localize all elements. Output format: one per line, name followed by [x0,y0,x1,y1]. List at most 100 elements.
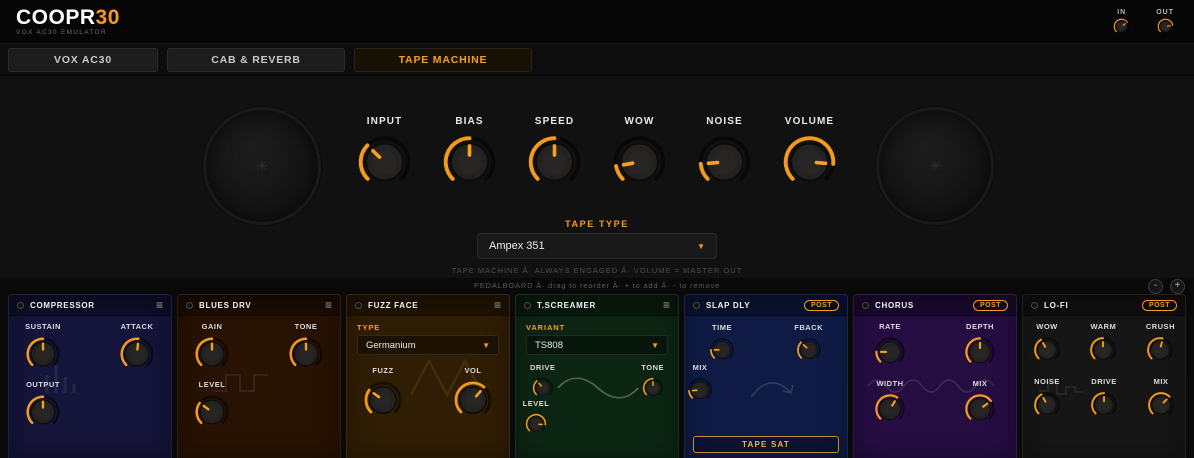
chevron-down-icon: ▼ [697,241,705,251]
pedal-slap-delay: SLAP DLY POST TIME FBACK MIX TAPE SAT [684,294,848,458]
warm-knob[interactable] [1089,336,1117,364]
mix-knob[interactable] [1147,391,1175,419]
mix-knob[interactable] [964,393,996,425]
tape-sat-button[interactable]: TAPE SAT [693,436,839,453]
fback-group: FBACK [794,323,823,363]
tape-knob-row: INPUT BIAS SPEED WOW NOISE VOLUME [357,116,838,190]
drive-knob[interactable] [532,377,554,399]
bypass-led[interactable] [693,301,700,309]
bypass-led[interactable] [862,301,869,309]
depth-group: DEPTH [964,322,996,368]
bypass-led[interactable] [1031,301,1038,309]
rate-label: RATE [879,322,901,331]
pedal-header: T.SCREAMER ≡ [516,295,678,316]
input-knob[interactable] [357,134,413,190]
drive-label: DRIVE [1091,377,1117,386]
tape-machine-panel: ✳ ✳ INPUT BIAS SPEED WOW NOISE VOLUME TA… [0,76,1194,278]
pedal-fuzz-face: FUZZ FACE ≡ TYPE Germanium ▼ FUZZ VOL [346,294,510,458]
gain-knob[interactable] [194,336,230,372]
warm-label: WARM [1090,322,1117,331]
menu-icon[interactable]: ≡ [494,299,501,311]
sustain-knob[interactable] [25,336,61,372]
speed-knob[interactable] [527,134,583,190]
fuzz-type-select[interactable]: Germanium ▼ [357,335,499,355]
output-gain-group: OUT [1156,9,1174,35]
in-knob[interactable] [1113,18,1130,35]
out-knob[interactable] [1157,18,1174,35]
brand-text: COOPR [16,6,96,29]
mix-label: MIX [692,363,708,372]
time-label: TIME [712,323,732,332]
pedal-header: COMPRESSOR ≡ [9,295,171,316]
fuzz-knob[interactable] [363,380,403,420]
tab-vox-ac30[interactable]: VOX AC30 [8,47,158,72]
menu-icon[interactable]: ≡ [156,299,163,311]
wow-knob[interactable] [612,134,668,190]
bypass-led[interactable] [355,301,362,309]
remove-pedal-button[interactable]: - [1148,279,1163,294]
brand-title: COOPR30 [16,7,120,28]
pedalboard-hint: PEDALBOARD Â· drag to reorder Â· + to ad… [474,281,720,290]
width-knob[interactable] [874,393,906,425]
brand-subtitle: VOX AC30 EMULATOR [16,29,107,36]
pedal-lo-fi: LO-FI POST WOW WARM CRUSH NOISE DRIVE MI… [1022,294,1186,458]
level-group: LEVEL [516,399,556,435]
wow-knob[interactable] [1033,336,1061,364]
noise-label: NOISE [1034,377,1060,386]
volume-knob[interactable] [782,134,838,190]
crush-knob[interactable] [1146,336,1174,364]
volume-knob-group: VOLUME [782,116,838,190]
pedalboard-panel: PEDALBOARD Â· drag to reorder Â· + to ad… [0,278,1194,458]
pedal-title: CHORUS [875,300,914,310]
fuzz-type-value: Germanium [366,339,416,351]
time-knob[interactable] [709,337,735,363]
mix-knob[interactable] [687,377,713,403]
post-badge[interactable]: POST [1141,299,1177,311]
variant-select[interactable]: TS808 ▼ [526,335,668,355]
add-pedal-button[interactable]: + [1170,279,1185,294]
reel-center-icon: ✳ [928,158,942,175]
menu-icon[interactable]: ≡ [663,299,670,311]
pedal-header: LO-FI POST [1023,295,1185,316]
tab-tape-machine[interactable]: TAPE MACHINE [354,47,532,72]
drive-knob[interactable] [1090,391,1118,419]
mix-label: MIX [972,379,988,388]
noise-knob[interactable] [1033,391,1061,419]
level-knob[interactable] [194,394,230,430]
attack-knob[interactable] [119,336,155,372]
pedal-header: FUZZ FACE ≡ [347,295,509,316]
tab-bar: VOX AC30 CAB & REVERB TAPE MACHINE [0,44,1194,76]
post-badge[interactable]: POST [803,299,839,311]
gain-label: GAIN [201,322,223,331]
variant-value: TS808 [535,339,563,351]
tab-cab-reverb[interactable]: CAB & REVERB [167,47,345,72]
fback-knob[interactable] [796,337,822,363]
sustain-group: SUSTAIN [25,322,61,372]
post-badge[interactable]: POST [972,299,1008,311]
bypass-led[interactable] [17,301,24,309]
rate-knob[interactable] [874,336,906,368]
bias-knob[interactable] [442,134,498,190]
mix-group: MIX [685,363,715,403]
output-label: OUTPUT [26,380,60,389]
volume-knob-label: VOLUME [784,116,835,127]
menu-icon[interactable]: ≡ [325,299,332,311]
noise-knob[interactable] [697,134,753,190]
noise-knob-group: NOISE [697,116,753,190]
output-knob[interactable] [25,394,61,430]
vol-knob[interactable] [453,380,493,420]
bypass-led[interactable] [524,301,531,309]
sine-wave-decoration [557,377,640,399]
tone-knob[interactable] [642,377,664,399]
bypass-led[interactable] [186,301,193,309]
reel-center-icon: ✳ [255,158,269,175]
tape-type-select[interactable]: Ampex 351 ▼ [477,233,717,259]
bias-knob-group: BIAS [442,116,498,190]
top-bar: COOPR30 VOX AC30 EMULATOR IN OUT [0,0,1194,44]
left-reel-decoration: ✳ [203,107,321,225]
tone-knob[interactable] [288,336,324,372]
depth-knob[interactable] [964,336,996,368]
output-group: OUTPUT [25,380,61,430]
in-label: IN [1117,8,1127,16]
level-knob[interactable] [525,413,547,435]
